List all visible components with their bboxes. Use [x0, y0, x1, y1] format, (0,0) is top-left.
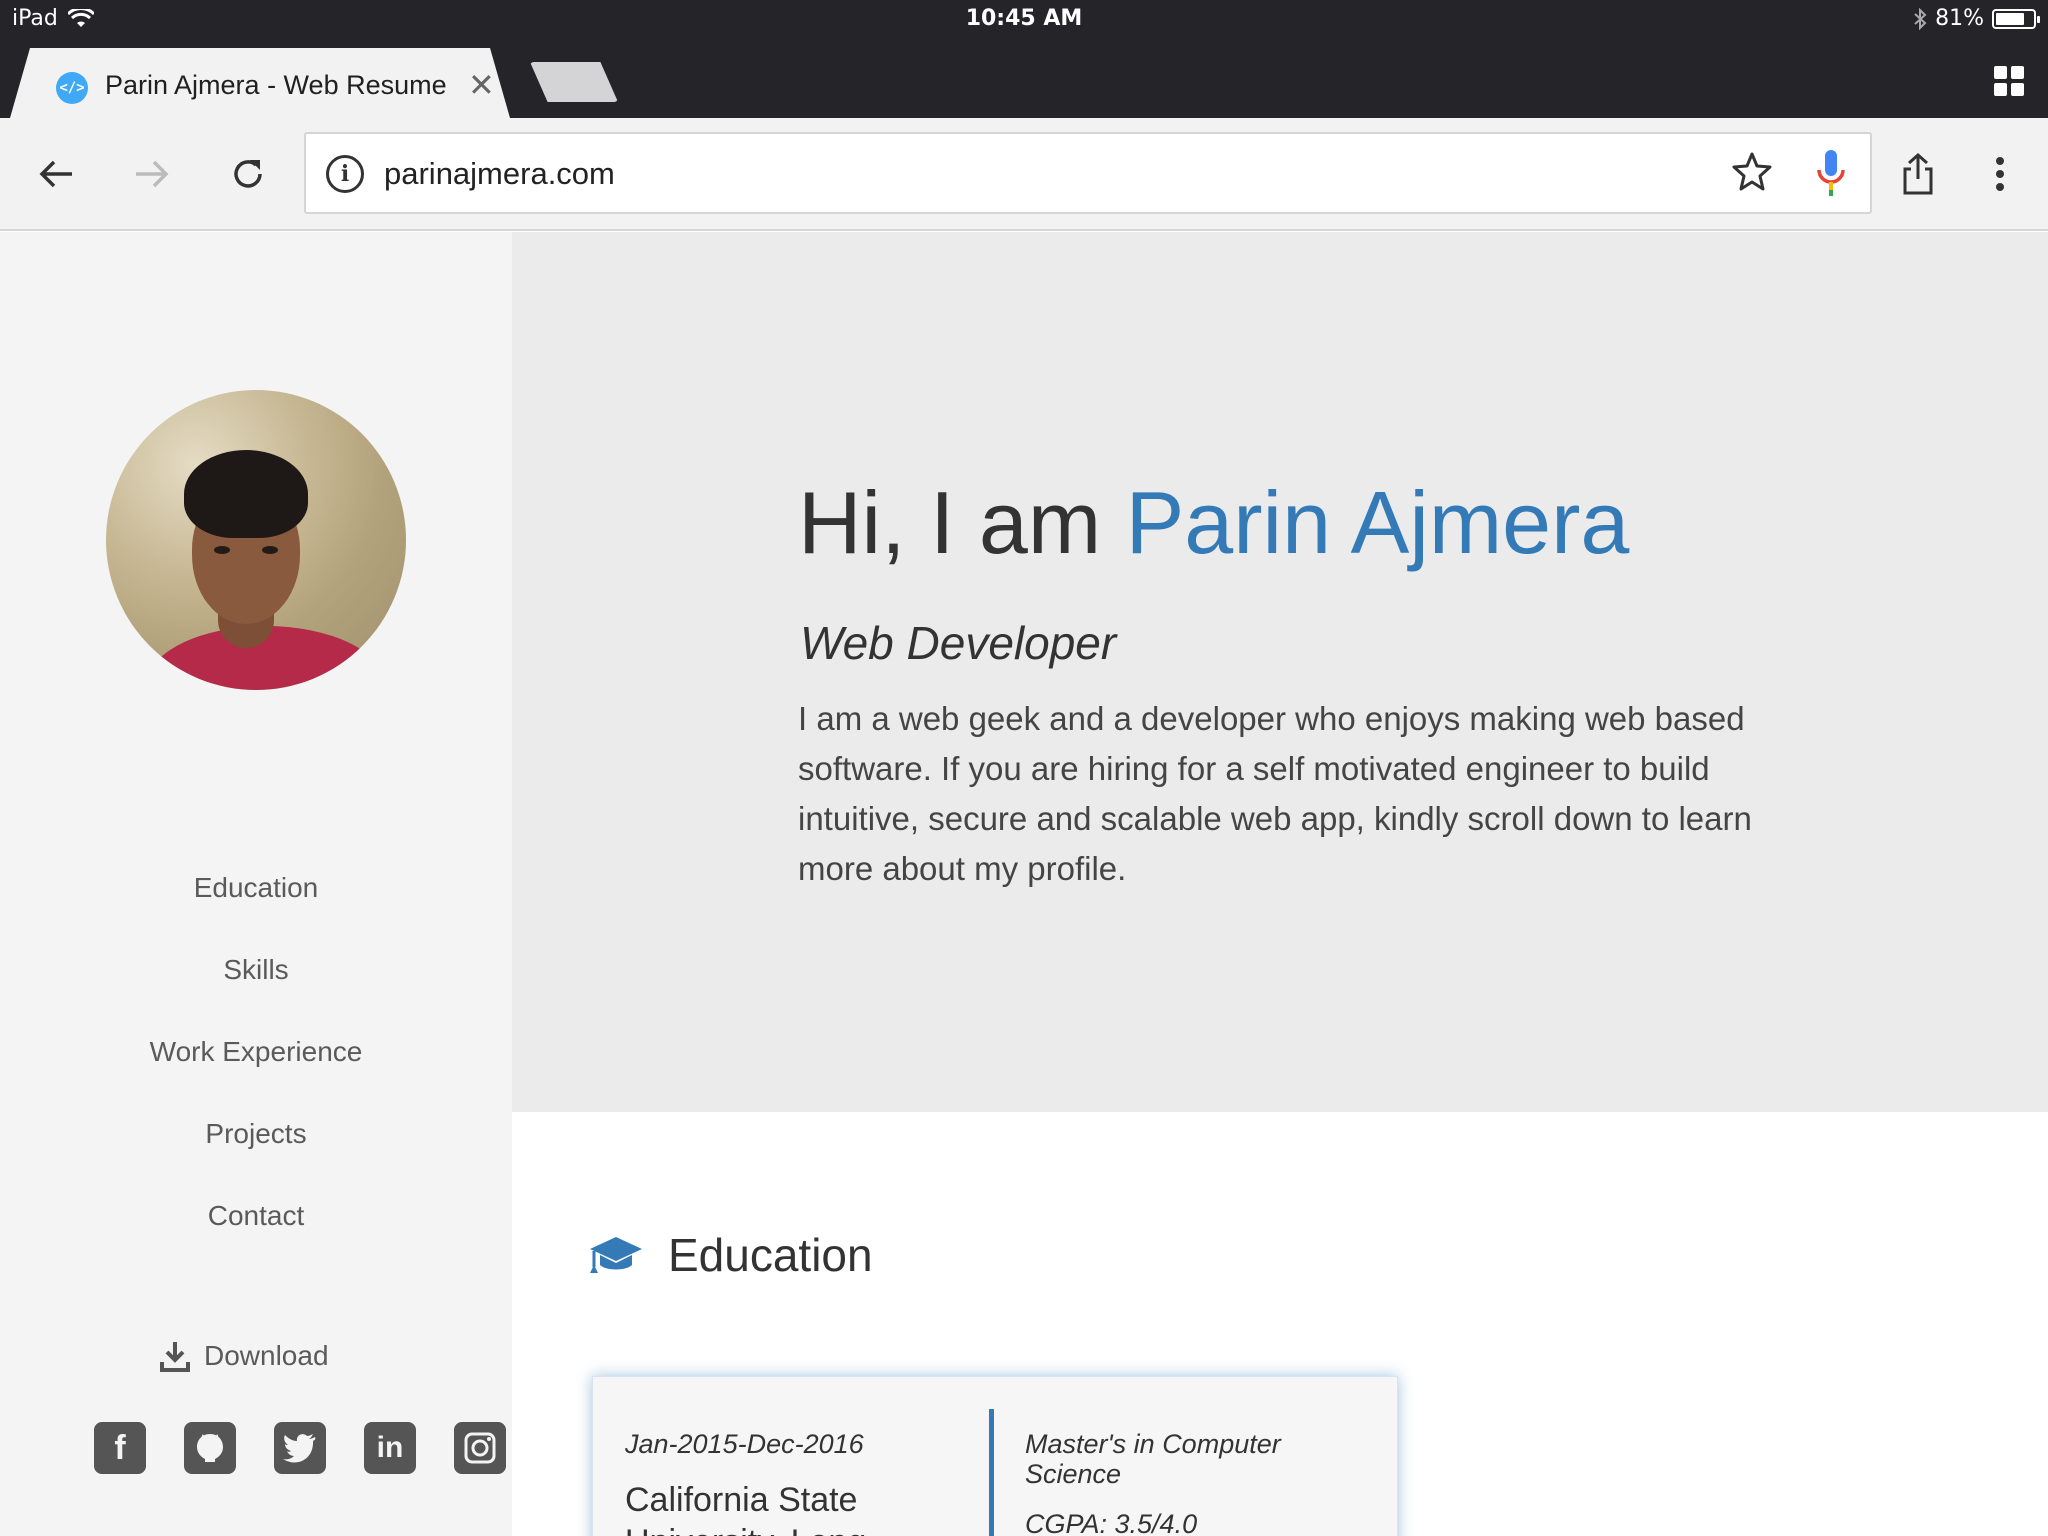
favicon-icon: </>	[56, 72, 88, 104]
profile-photo	[106, 390, 406, 690]
mic-icon[interactable]	[1814, 148, 1848, 202]
back-arrow-icon[interactable]	[30, 148, 82, 200]
nav-projects[interactable]: Projects	[0, 1118, 512, 1150]
status-bar: iPad 10:45 AM 81%	[0, 0, 2048, 42]
linkedin-icon[interactable]: in	[364, 1422, 416, 1474]
bluetooth-icon	[1914, 7, 1927, 30]
instagram-icon[interactable]	[454, 1422, 506, 1474]
social-links: f in	[94, 1422, 506, 1474]
tab-title: Parin Ajmera - Web Resume	[105, 70, 447, 100]
hero-greeting: Hi, I am	[798, 473, 1126, 572]
hero-title: Hi, I am Parin Ajmera	[798, 472, 1629, 574]
star-icon[interactable]	[1730, 150, 1774, 198]
education-school: California State University, Long	[625, 1481, 866, 1536]
battery-icon	[1992, 8, 2040, 29]
close-tab-icon[interactable]: ✕	[468, 66, 495, 104]
info-icon[interactable]: i	[326, 155, 364, 193]
download-button[interactable]: Download	[160, 1340, 329, 1372]
forward-arrow-icon[interactable]	[126, 148, 178, 200]
twitter-icon[interactable]	[274, 1422, 326, 1474]
browser-toolbar: i parinajmera.com	[0, 118, 2048, 231]
hero-section: Hi, I am Parin Ajmera Web Developer I am…	[512, 232, 2048, 1112]
facebook-icon[interactable]: f	[94, 1422, 146, 1474]
tab-active[interactable]: </> Parin Ajmera - Web Resume ✕	[10, 48, 510, 118]
education-divider	[989, 1409, 994, 1536]
download-icon	[160, 1342, 190, 1372]
nav-contact[interactable]: Contact	[0, 1200, 512, 1232]
download-label: Download	[204, 1340, 329, 1371]
status-time: 10:45 AM	[965, 6, 1083, 31]
status-right: 81%	[1913, 6, 2040, 31]
tab-strip: </> Parin Ajmera - Web Resume ✕	[0, 42, 2048, 118]
battery-fill	[1996, 12, 2025, 25]
new-tab-button[interactable]	[530, 62, 618, 102]
url-text[interactable]: parinajmera.com	[384, 156, 615, 192]
address-bar[interactable]: i parinajmera.com	[304, 132, 1872, 214]
nav-education[interactable]: Education	[0, 872, 512, 904]
education-date: Jan-2015-Dec-2016	[625, 1429, 864, 1459]
education-card: Jan-2015-Dec-2016 California State Unive…	[592, 1376, 1398, 1536]
battery-percent: 81%	[1935, 6, 1984, 31]
education-degree: Master's in Computer Science	[1025, 1429, 1281, 1489]
nav-work-experience[interactable]: Work Experience	[0, 1036, 512, 1068]
graduation-cap-icon	[590, 1237, 642, 1273]
hero-name: Parin Ajmera	[1125, 473, 1630, 572]
github-icon[interactable]	[184, 1422, 236, 1474]
nav-skills[interactable]: Skills	[0, 954, 512, 986]
sidebar: Education Skills Work Experience Project…	[0, 232, 512, 1536]
hero-role: Web Developer	[800, 617, 1117, 669]
more-icon[interactable]	[1974, 148, 2026, 200]
education-heading: Education	[588, 1228, 873, 1282]
reload-icon[interactable]	[222, 148, 274, 200]
tab-switcher-icon[interactable]	[1994, 66, 2024, 96]
education-gpa: CGPA: 3.5/4.0	[1025, 1509, 1198, 1536]
hero-bio: I am a web geek and a developer who enjo…	[798, 700, 1752, 887]
education-title: Education	[668, 1229, 873, 1281]
share-icon[interactable]	[1892, 148, 1944, 200]
